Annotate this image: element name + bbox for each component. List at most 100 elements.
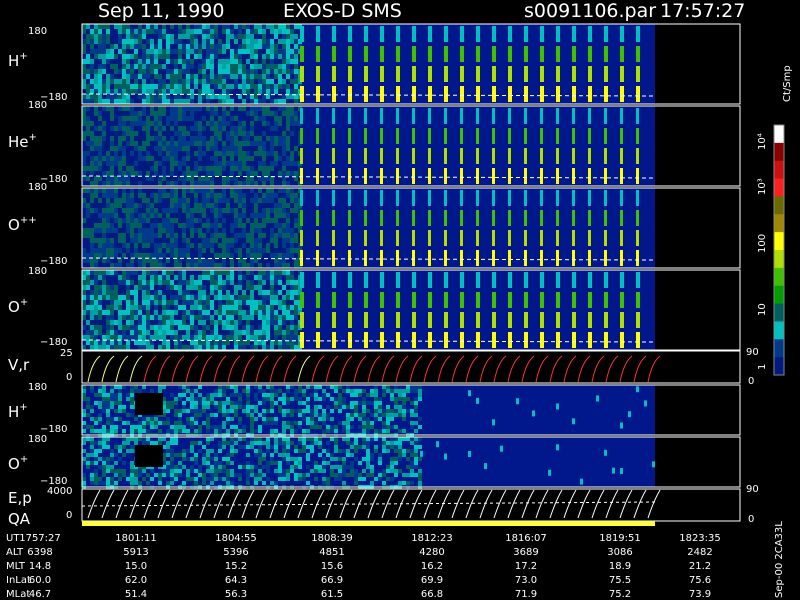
hplus-cell <box>238 49 242 54</box>
oppplus-cell <box>166 223 170 228</box>
hplus-cell <box>166 89 170 94</box>
hplus2-cell <box>222 425 226 429</box>
oppplus-cell <box>110 218 114 223</box>
oppplus-cell <box>90 238 94 243</box>
heplus-cell <box>226 141 230 146</box>
heplus-cell <box>254 141 258 146</box>
hplus2-cell <box>326 393 330 397</box>
oppplus-cell <box>294 238 298 243</box>
oppplus-cell <box>266 198 270 203</box>
oppplus-stripe <box>508 250 511 266</box>
oppplus-cell <box>186 248 190 253</box>
hplus2-cell <box>278 405 282 409</box>
heplus-cell <box>114 156 118 161</box>
oppplus-cell <box>126 213 130 218</box>
hplus2-cell <box>250 413 254 417</box>
heplus-cell <box>194 141 198 146</box>
oppplus-cell <box>82 223 86 228</box>
heplus-stripe <box>364 168 367 184</box>
heplus-cell <box>146 141 150 146</box>
oplus-cell <box>138 295 142 300</box>
heplus-cell <box>278 106 282 111</box>
oplus-cell <box>82 310 86 315</box>
oplus-cell <box>262 315 266 320</box>
hplus-cell <box>294 99 298 104</box>
hplus2-cell <box>106 413 110 417</box>
heplus-cell <box>270 181 274 186</box>
hplus-cell <box>230 59 234 64</box>
hplus-cell <box>178 54 182 59</box>
oplus-cell <box>258 315 262 320</box>
hplus2-cell <box>202 421 206 425</box>
oppplus-cell <box>102 243 106 248</box>
oppplus-cell <box>202 248 206 253</box>
hplus2-cell <box>114 417 118 421</box>
oplus-cell <box>82 345 86 350</box>
heplus-cell <box>194 121 198 126</box>
heplus-cell <box>174 136 178 141</box>
hplus-cell <box>166 79 170 84</box>
heplus-cell <box>226 166 230 171</box>
hplus-cell <box>118 64 122 69</box>
oppplus-cell <box>170 223 174 228</box>
heplus-cell <box>294 181 298 186</box>
oppplus-cell <box>90 263 94 268</box>
oppplus-cell <box>126 243 130 248</box>
hplus-cell <box>186 59 190 64</box>
hplus2-cell <box>142 429 146 433</box>
oppplus-cell <box>238 218 242 223</box>
hplus-stripe <box>300 26 304 42</box>
heplus-cell <box>242 161 246 166</box>
hplus2-cell <box>118 397 122 401</box>
hplus2-cell <box>90 389 94 393</box>
hplus2-cell <box>414 429 418 433</box>
hplus2-cell <box>378 409 382 413</box>
heplus-cell <box>270 116 274 121</box>
oppplus-cell <box>146 233 150 238</box>
oppplus-cell <box>246 213 250 218</box>
oppplus-cell <box>218 213 222 218</box>
hplus2-cell <box>370 389 374 393</box>
oppplus-cell <box>110 223 114 228</box>
hplus2-cell <box>274 429 278 433</box>
hplus2-cell <box>230 405 234 409</box>
hplus-cell <box>86 49 90 54</box>
heplus-cell <box>130 141 134 146</box>
oplus-cell <box>222 295 226 300</box>
oplus-cell <box>274 305 278 310</box>
heplus-cell <box>218 151 222 156</box>
oplus-cell <box>194 275 198 280</box>
oppplus-cell <box>286 263 290 268</box>
heplus-stripe <box>636 128 639 144</box>
oplus2-cell <box>230 445 234 449</box>
oppplus-cell <box>178 213 182 218</box>
hplus-cell <box>238 84 242 89</box>
oppplus-cell <box>274 208 278 213</box>
heplus-cell <box>82 126 86 131</box>
heplus-cell <box>202 166 206 171</box>
oppplus-cell <box>114 248 118 253</box>
hplus2-cell <box>394 409 398 413</box>
oplus-cell <box>114 345 118 350</box>
hplus2-cell <box>186 417 190 421</box>
hplus-cell <box>114 84 118 89</box>
oplus2-cell <box>258 473 262 477</box>
oplus-cell <box>210 280 214 285</box>
heplus-cell <box>218 116 222 121</box>
heplus-cell <box>142 136 146 141</box>
hplus-cell <box>126 59 130 64</box>
heplus-cell <box>110 126 114 131</box>
heplus-cell <box>254 136 258 141</box>
oplus2-cell <box>126 449 130 453</box>
oppplus-cell <box>178 188 182 193</box>
oplus-cell <box>106 340 110 345</box>
oppplus-cell <box>270 228 274 233</box>
hplus2-cell <box>198 429 202 433</box>
hplus-cell <box>98 69 102 74</box>
hplus-cell <box>154 84 158 89</box>
oppplus-cell <box>210 193 214 198</box>
oppplus-cell <box>146 248 150 253</box>
oplus-cell <box>154 320 158 325</box>
oplus2-cell <box>86 457 90 461</box>
oplus2-cell <box>146 437 150 441</box>
